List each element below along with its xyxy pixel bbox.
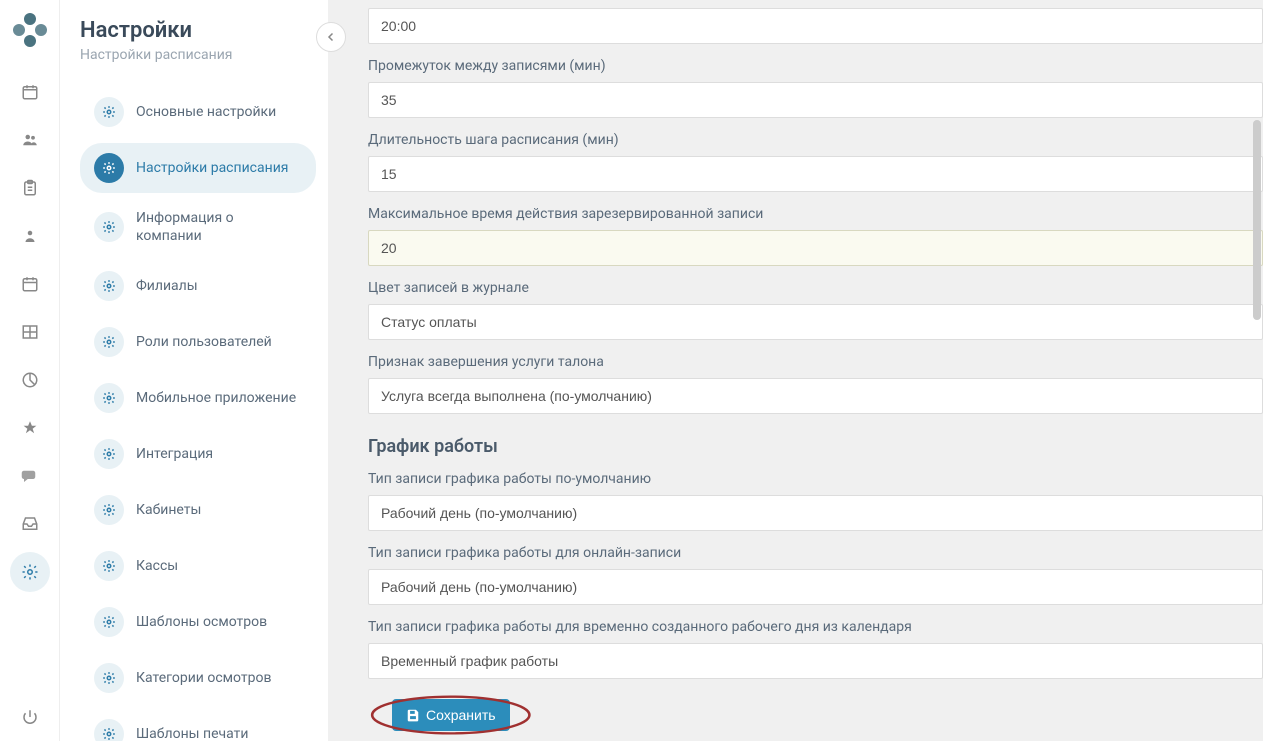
worktype-temp-select[interactable] [368,643,1263,679]
sidebar-item-branches[interactable]: Филиалы [80,261,316,311]
rail-inbox-icon[interactable] [10,504,50,544]
worktype-online-select[interactable] [368,569,1263,605]
interval-label: Промежуток между записями (мин) [368,58,1263,74]
sidebar-item-cash[interactable]: Кассы [80,541,316,591]
rail-settings-icon[interactable] [10,552,50,592]
collapse-sidebar-button[interactable] [316,22,346,52]
gear-icon [94,495,124,525]
sidebar-item-roles[interactable]: Роли пользователей [80,317,316,367]
gear-icon [94,153,124,183]
save-button-label: Сохранить [426,707,496,723]
step-input[interactable] [368,156,1263,192]
rail-clipboard-icon[interactable] [10,168,50,208]
rail-chart-icon[interactable] [10,360,50,400]
sidebar-item-label: Категории осмотров [136,669,271,687]
sidebar-item-label: Интеграция [136,445,213,463]
rail-grid-icon[interactable] [10,312,50,352]
sidebar-item-label: Кассы [136,557,178,575]
section-worktime-title: График работы [368,436,1263,457]
gear-icon [94,327,124,357]
sidebar-item-label: Шаблоны осмотров [136,613,267,631]
worktype-online-label: Тип записи графика работы для онлайн-зап… [368,545,1263,561]
worktype-temp-label: Тип записи графика работы для временно с… [368,619,1263,635]
sidebar-item-label: Кабинеты [136,501,201,519]
sidebar-item-integration[interactable]: Интеграция [80,429,316,479]
icon-rail [0,0,60,741]
rail-star-icon[interactable] [10,408,50,448]
sidebar-item-schedule[interactable]: Настройки расписания [80,143,316,193]
interval-input[interactable] [368,82,1263,118]
gear-icon [94,97,124,127]
sidebar-item-mobile[interactable]: Мобильное приложение [80,373,316,423]
rail-person-icon[interactable] [10,216,50,256]
sidebar-item-exam-templates[interactable]: Шаблоны осмотров [80,597,316,647]
time-end-input[interactable] [368,8,1263,44]
worktype-default-select[interactable] [368,495,1263,531]
sidebar-item-label: Роли пользователей [136,333,272,351]
service-done-select[interactable] [368,378,1263,414]
sidebar-item-label: Информация о компании [136,209,302,245]
page-subtitle: Настройки расписания [80,47,316,63]
sidebar-item-label: Основные настройки [136,103,276,121]
main-content: Промежуток между записями (мин) Длительн… [328,0,1263,741]
scrollbar[interactable] [1253,0,1261,741]
gear-icon [94,383,124,413]
gear-icon [94,719,124,741]
gear-icon [94,271,124,301]
gear-icon [94,551,124,581]
gear-icon [94,439,124,469]
rail-calendar-icon[interactable] [10,72,50,112]
max-reserve-input[interactable] [368,230,1263,266]
sidebar-item-label: Филиалы [136,277,198,295]
app-logo [12,12,48,48]
journal-color-label: Цвет записей в журнале [368,280,1263,296]
rail-power-icon[interactable] [10,697,50,737]
rail-users-icon[interactable] [10,120,50,160]
settings-sidebar: Настройки Настройки расписания Основные … [60,0,328,741]
save-button[interactable]: Сохранить [392,699,510,731]
sidebar-item-label: Мобильное приложение [136,389,296,407]
rail-schedule-icon[interactable] [10,264,50,304]
sidebar-item-print-templates[interactable]: Шаблоны печати [80,709,316,741]
journal-color-select[interactable] [368,304,1263,340]
save-annotation: Сохранить [368,693,534,737]
sidebar-item-cabinets[interactable]: Кабинеты [80,485,316,535]
page-title: Настройки [80,18,316,43]
rail-chat-icon[interactable] [10,456,50,496]
sidebar-item-label: Шаблоны печати [136,725,248,741]
service-done-label: Признак завершения услуги талона [368,354,1263,370]
sidebar-item-general[interactable]: Основные настройки [80,87,316,137]
max-reserve-label: Максимальное время действия зарезервиров… [368,206,1263,222]
save-icon [406,708,420,722]
step-label: Длительность шага расписания (мин) [368,132,1263,148]
sidebar-item-exam-categories[interactable]: Категории осмотров [80,653,316,703]
sidebar-item-label: Настройки расписания [136,159,288,177]
worktype-default-label: Тип записи графика работы по-умолчанию [368,471,1263,487]
sidebar-item-company[interactable]: Информация о компании [80,199,316,255]
gear-icon [94,212,124,242]
gear-icon [94,607,124,637]
gear-icon [94,663,124,693]
